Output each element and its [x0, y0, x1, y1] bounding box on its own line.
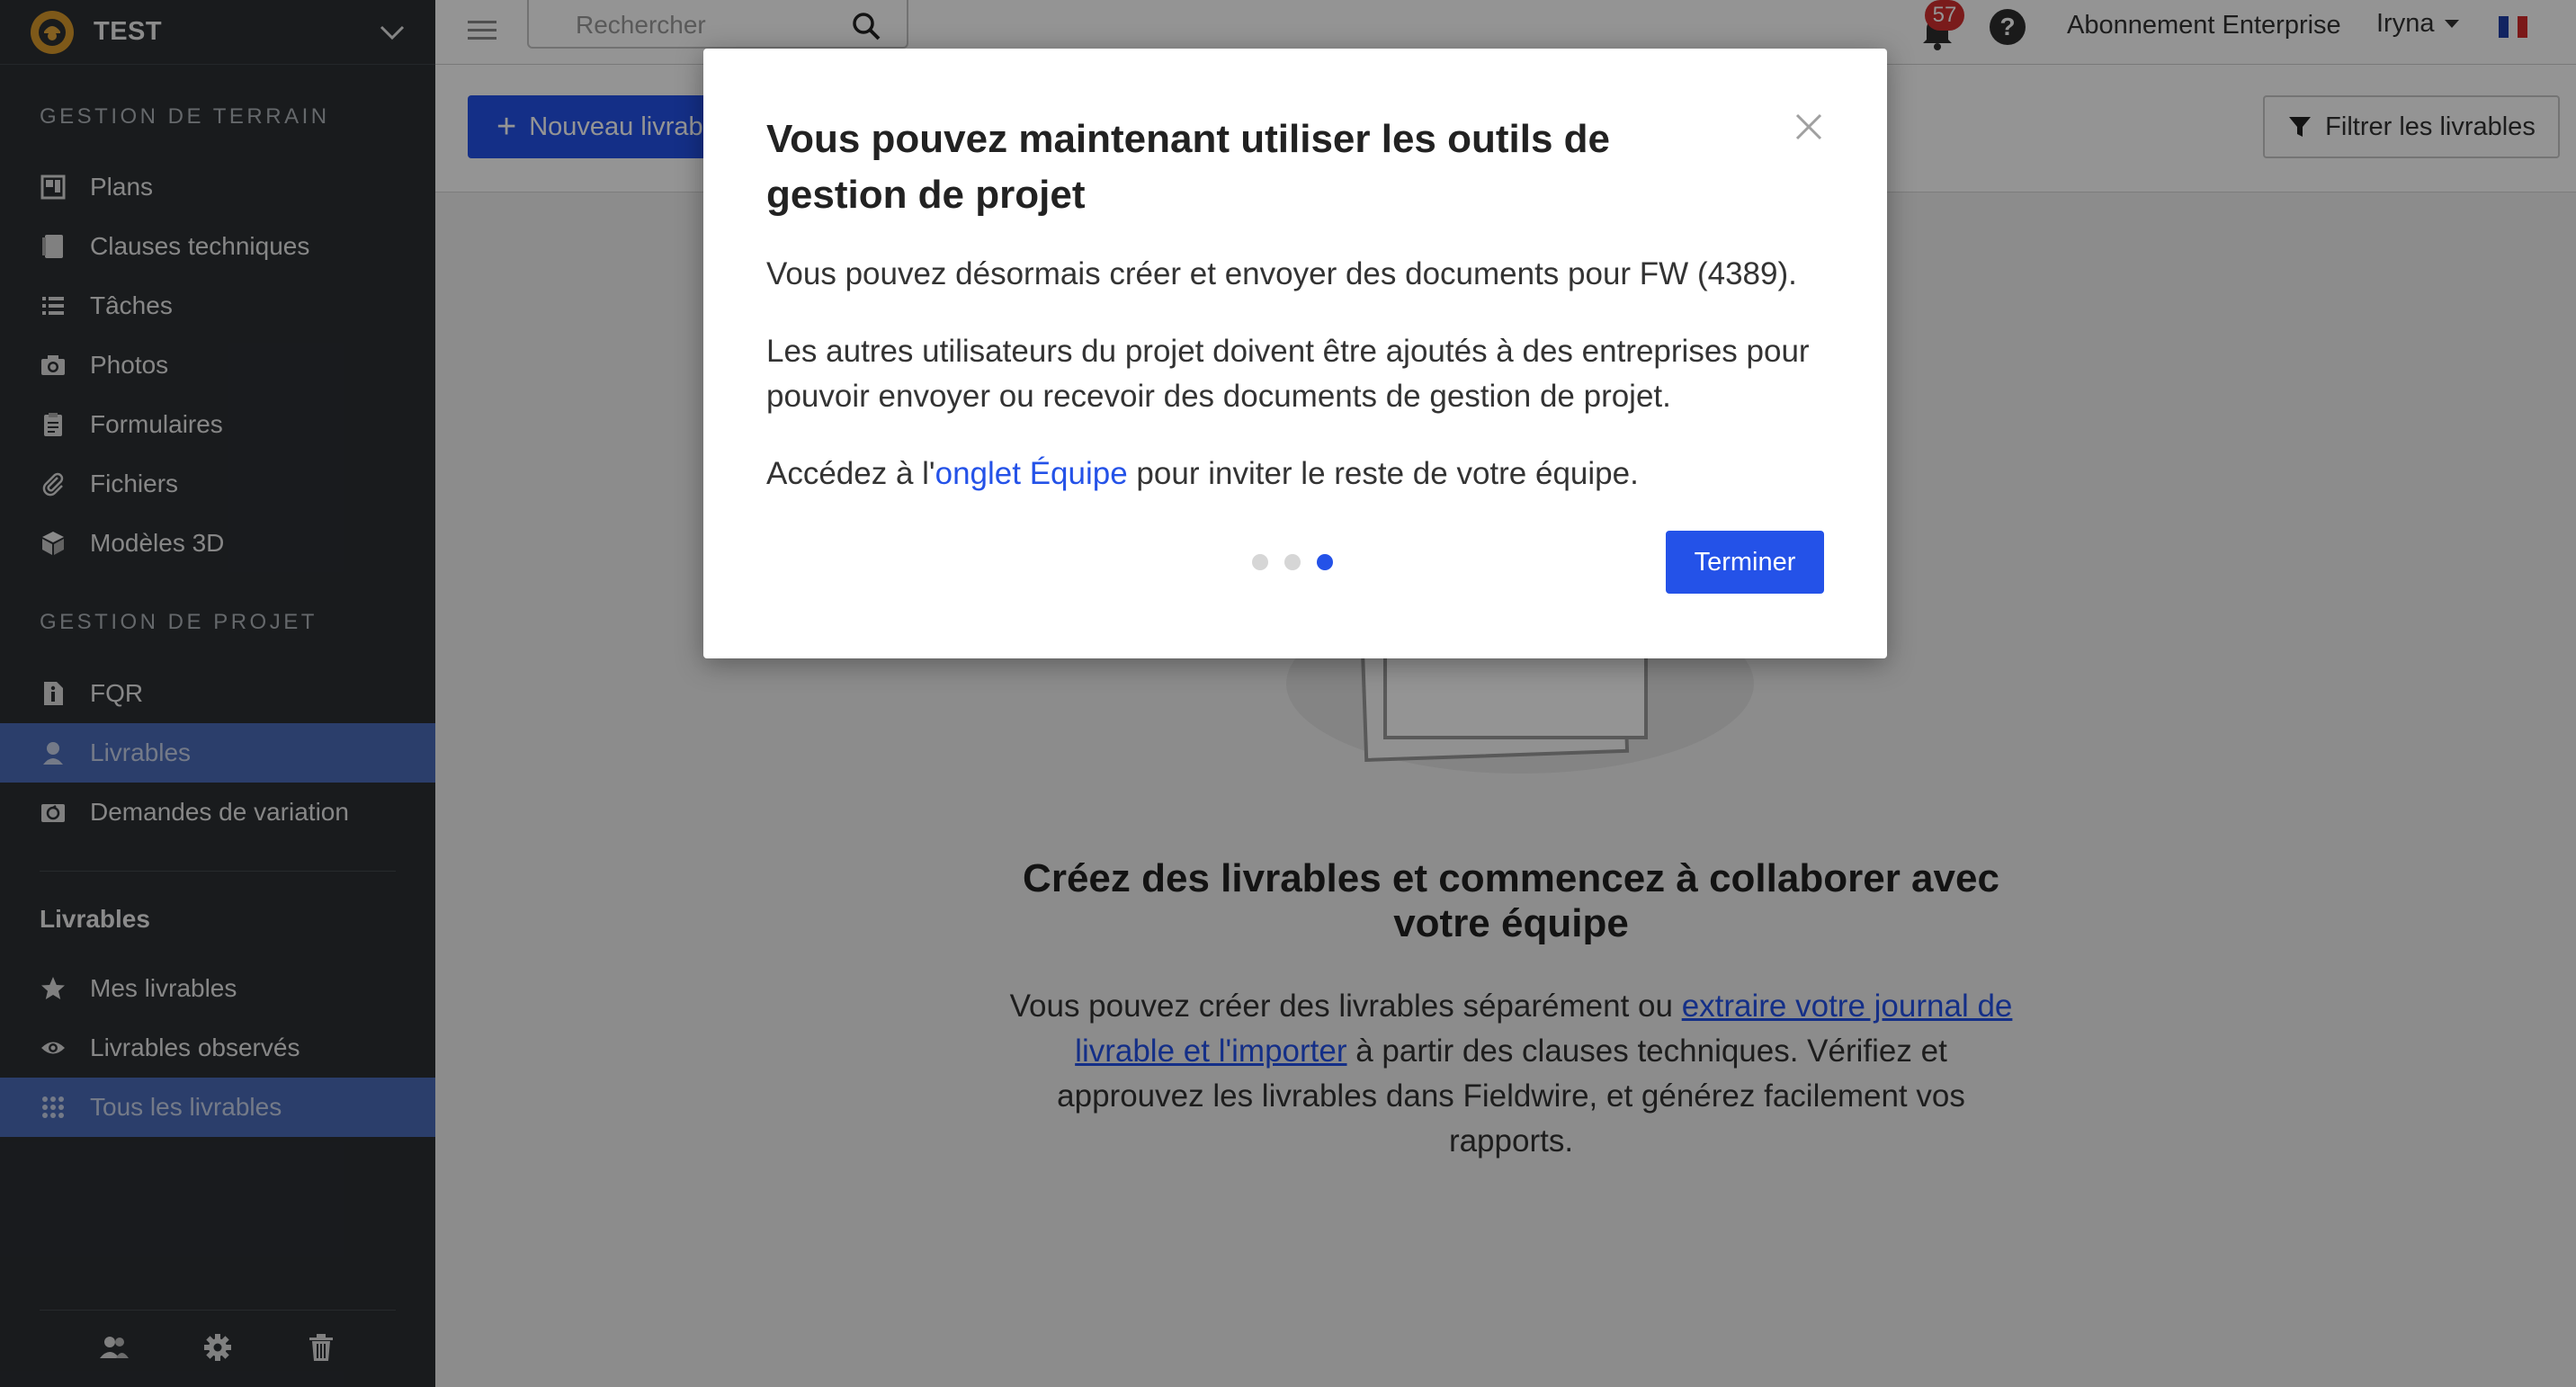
modal-paragraph-1: Vous pouvez désormais créer et envoyer d… [766, 256, 1797, 291]
p3-after: pour inviter le reste de votre équipe. [1127, 456, 1639, 491]
step-dot[interactable] [1284, 554, 1301, 570]
step-indicator [1252, 554, 1333, 570]
modal-paragraph-2: Les autres utilisateurs du projet doiven… [766, 334, 1810, 414]
finish-button[interactable]: Terminer [1666, 531, 1824, 594]
modal-title: Vous pouvez maintenant utiliser les outi… [766, 117, 1611, 217]
close-icon[interactable] [1793, 112, 1824, 142]
team-tab-link[interactable]: onglet Équipe [935, 456, 1128, 491]
step-dot[interactable] [1252, 554, 1268, 570]
step-dot-active[interactable] [1317, 554, 1333, 570]
modal-paragraph-3: Accédez à l'onglet Équipe pour inviter l… [766, 452, 1828, 497]
onboarding-modal: Vous pouvez maintenant utiliser les outi… [703, 49, 1887, 658]
p3-before: Accédez à l' [766, 456, 935, 491]
